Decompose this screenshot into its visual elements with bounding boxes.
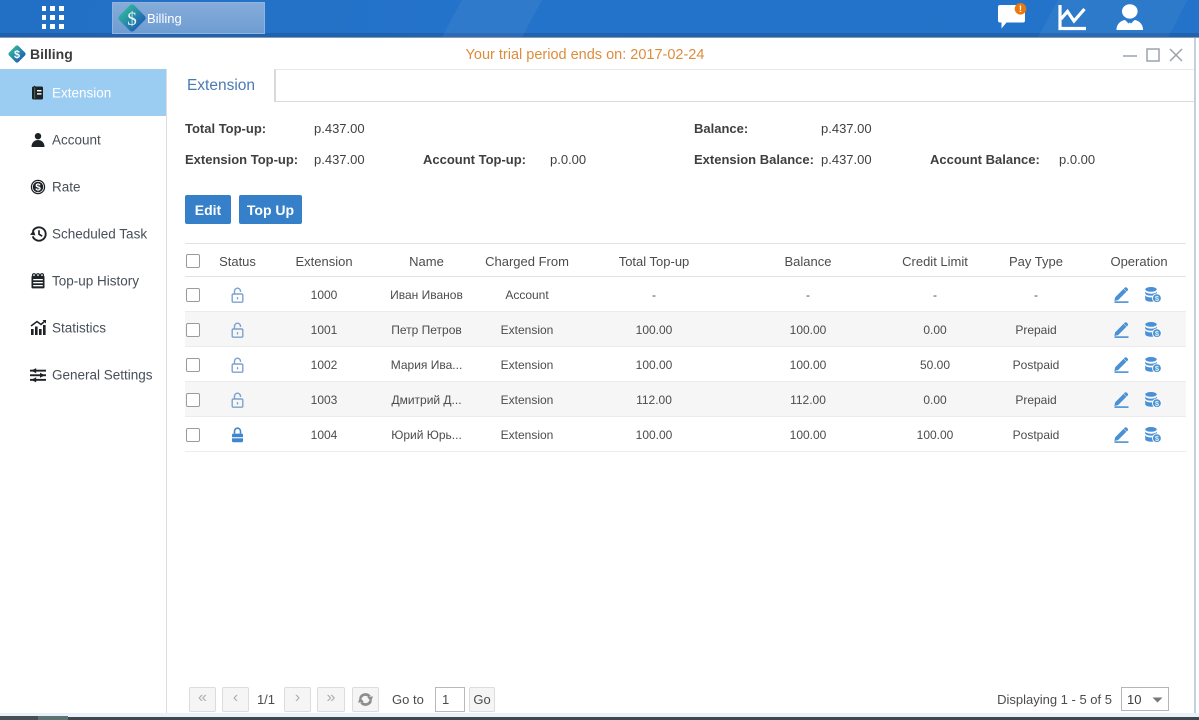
svg-text:!: !	[1019, 4, 1022, 15]
svg-text:$: $	[127, 9, 137, 30]
svg-text:$: $	[35, 182, 41, 193]
